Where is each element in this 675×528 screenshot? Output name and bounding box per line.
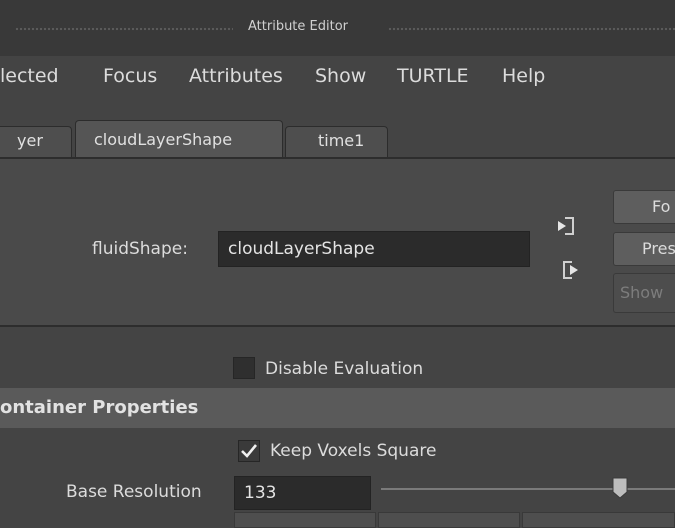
partial-field-3[interactable]	[522, 512, 675, 528]
node-name-value: cloudLayerShape	[228, 239, 375, 259]
tab-label: cloudLayerShape	[94, 130, 233, 149]
base-resolution-slider-handle[interactable]	[612, 477, 628, 499]
container-properties-header[interactable]: ontainer Properties	[0, 388, 675, 428]
title-grip-left[interactable]	[15, 27, 233, 31]
menu-help[interactable]: Help	[502, 65, 545, 87]
input-connection-icon[interactable]	[553, 214, 577, 238]
window-title: Attribute Editor	[248, 19, 349, 34]
tab-cloudlayer[interactable]: yer	[0, 126, 72, 158]
presets-button[interactable]: Pres	[613, 232, 675, 266]
menu-bar: lected Focus Attributes Show TURTLE Help	[0, 56, 675, 100]
tab-label: time1	[318, 131, 365, 150]
focus-button[interactable]: Fo	[613, 190, 675, 224]
menu-focus[interactable]: Focus	[103, 65, 157, 87]
menu-show[interactable]: Show	[315, 65, 366, 87]
checkmark-icon	[241, 444, 258, 458]
base-resolution-field[interactable]: 133	[234, 476, 371, 510]
partial-field-1[interactable]	[234, 512, 376, 528]
menu-attributes[interactable]: Attributes	[189, 65, 283, 87]
presets-button-label: Pres	[642, 239, 675, 258]
disable-evaluation-checkbox[interactable]	[233, 357, 255, 379]
node-type-label: fluidShape:	[92, 239, 188, 259]
base-resolution-slider-track[interactable]	[381, 488, 675, 490]
tab-label: yer	[17, 131, 43, 150]
show-button[interactable]: Show	[613, 273, 675, 313]
node-name-field[interactable]: cloudLayerShape	[218, 231, 530, 267]
title-grip-right[interactable]	[388, 27, 675, 31]
partial-field-2[interactable]	[378, 512, 520, 528]
keep-voxels-square-checkbox[interactable]	[238, 440, 260, 462]
section-title: ontainer Properties	[0, 397, 199, 418]
disable-evaluation-label: Disable Evaluation	[265, 359, 424, 379]
base-resolution-value: 133	[244, 483, 277, 503]
tab-cloudlayershape[interactable]: cloudLayerShape	[75, 120, 283, 159]
base-resolution-label: Base Resolution	[66, 482, 202, 502]
tab-time1[interactable]: time1	[285, 126, 388, 158]
menu-turtle[interactable]: TURTLE	[397, 65, 469, 87]
focus-button-label: Fo	[652, 197, 671, 216]
title-bar: Attribute Editor	[0, 0, 675, 56]
keep-voxels-square-label: Keep Voxels Square	[270, 441, 437, 461]
menu-selected[interactable]: lected	[0, 65, 59, 87]
node-tabs: yer cloudLayerShape time1	[0, 120, 675, 159]
output-connection-icon[interactable]	[560, 258, 584, 282]
show-button-label: Show	[620, 283, 664, 302]
